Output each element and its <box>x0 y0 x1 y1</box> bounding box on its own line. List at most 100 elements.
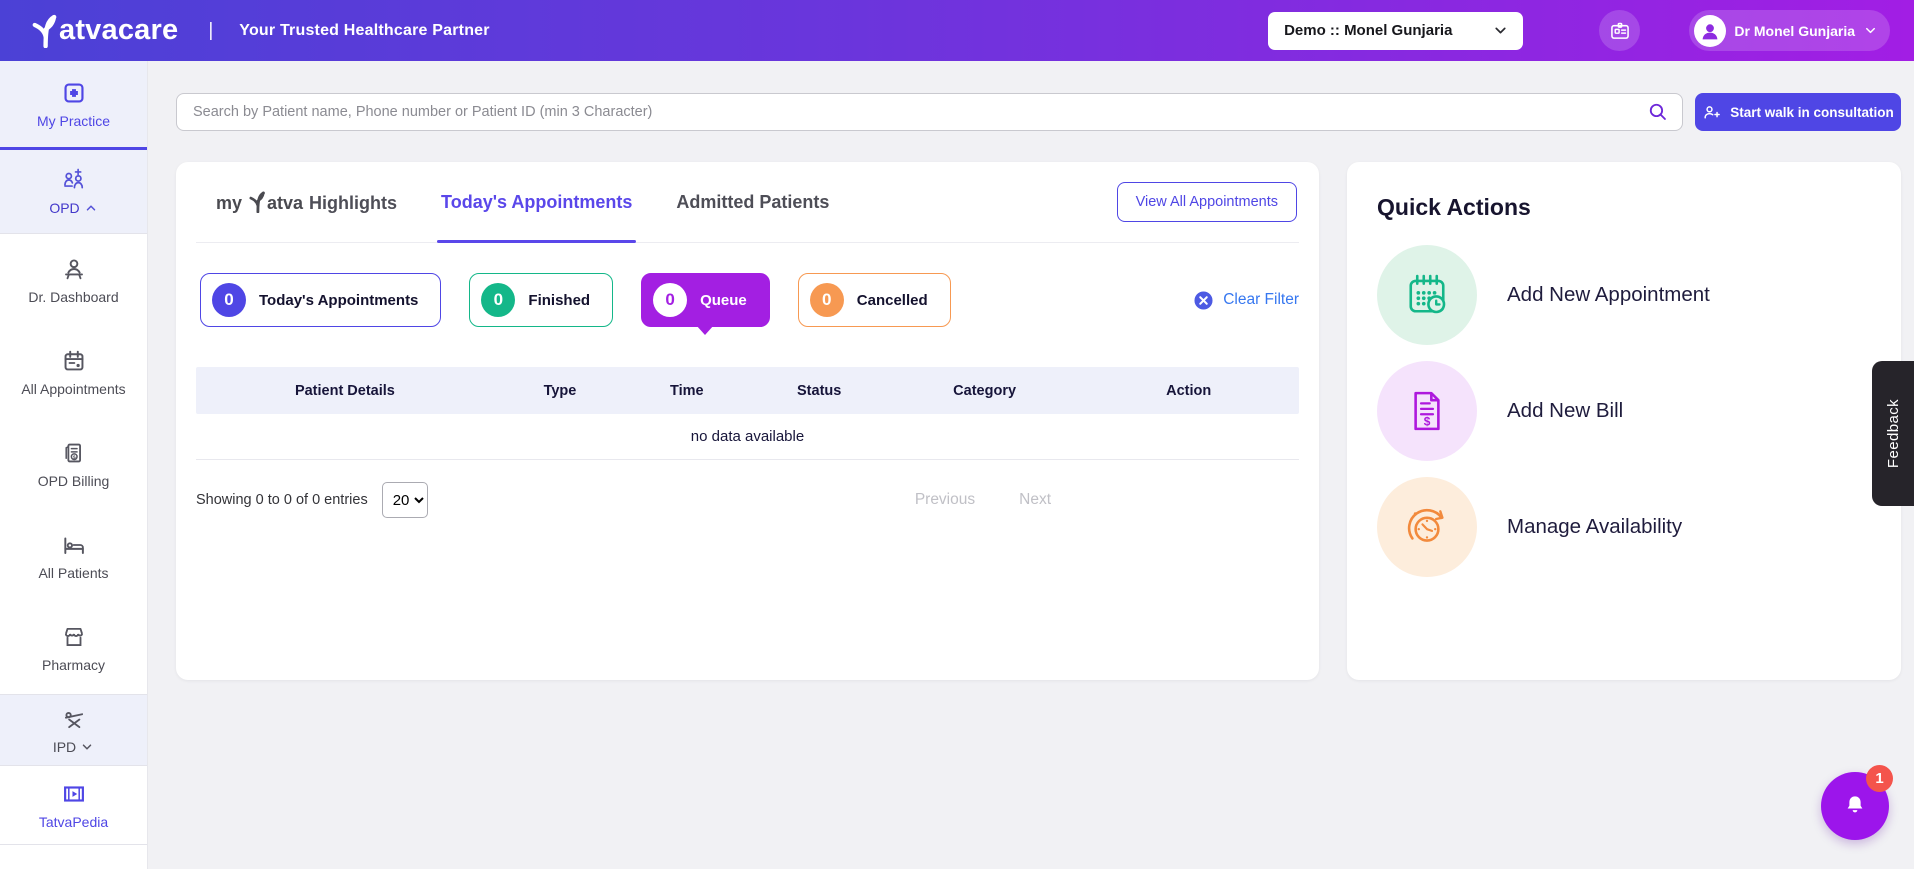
quick-action-add-bill[interactable]: $ Add New Bill <box>1377 361 1871 461</box>
start-walkin-label: Start walk in consultation <box>1730 104 1894 120</box>
start-walkin-button[interactable]: Start walk in consultation <box>1695 93 1901 131</box>
quick-actions-title: Quick Actions <box>1377 194 1531 220</box>
column-type: Type <box>543 382 577 399</box>
filter-chip-queue[interactable]: 0 Queue <box>641 273 770 327</box>
avatar <box>1694 14 1727 47</box>
page-size-select[interactable]: 20 <box>381 482 428 518</box>
header-separator: | <box>208 19 214 41</box>
chip-label: Cancelled <box>856 291 928 309</box>
notifications-button[interactable]: 1 <box>1821 765 1893 840</box>
column-patient-details: Patient Details <box>294 382 395 399</box>
app-header: atvacare | Your Trusted Healthcare Partn… <box>0 0 1914 61</box>
quick-action-label: Add New Bill <box>1507 399 1624 422</box>
sidebar-item-opd[interactable]: OPD <box>0 150 147 234</box>
sidebar-label: IPD <box>52 738 77 755</box>
sidebar-item-ipd[interactable]: IPD <box>0 694 147 766</box>
sidebar-item-pharmacy[interactable]: Pharmacy <box>0 602 147 694</box>
sidebar-label: All Appointments <box>21 380 126 397</box>
clear-filter-button[interactable]: Clear Filter <box>1193 290 1299 311</box>
bill-document-icon: $ <box>1377 361 1477 461</box>
svg-text:$: $ <box>72 454 75 460</box>
next-page-button[interactable]: Next <box>1019 491 1051 509</box>
quick-actions-card: Quick Actions Add New Appointment $ Add … <box>1347 162 1901 680</box>
tab-label: Highlights <box>309 192 398 213</box>
id-card-button[interactable] <box>1599 10 1641 51</box>
clock-refresh-icon <box>1377 477 1477 577</box>
sidebar-label: All Patients <box>38 564 109 581</box>
chip-label: Queue <box>700 291 747 309</box>
bell-icon <box>1847 796 1863 813</box>
pharmacy-store-icon <box>64 627 83 646</box>
patient-search-input[interactable] <box>176 93 1683 131</box>
table-header: Patient Details Type Time Status Categor… <box>196 367 1299 414</box>
sidebar-item-all-appointments[interactable]: All Appointments <box>0 326 147 418</box>
sidebar-item-opd-billing[interactable]: $ OPD Billing <box>0 418 147 510</box>
chevron-down-icon <box>1495 27 1507 34</box>
opd-patients-icon <box>63 168 83 189</box>
tatva-sprout-icon <box>249 191 265 213</box>
search-icon[interactable] <box>1647 101 1669 123</box>
quick-action-manage-availability[interactable]: Manage Availability <box>1377 477 1871 577</box>
clinic-select[interactable]: Demo :: Monel Gunjaria <box>1268 11 1524 50</box>
chevron-down-icon <box>82 743 92 750</box>
chip-label: Finished <box>528 291 591 309</box>
ipd-stretcher-icon <box>64 711 83 728</box>
tab-mytatva-highlights[interactable]: my atva Highlights <box>216 162 397 242</box>
chevron-up-icon <box>86 205 95 211</box>
user-menu[interactable]: Dr Monel Gunjaria <box>1689 10 1890 51</box>
brand-text: atvacare <box>59 14 179 46</box>
video-library-icon <box>63 785 84 802</box>
patient-bed-icon <box>63 537 84 554</box>
x-circle-icon <box>1194 290 1213 310</box>
column-time: Time <box>670 382 704 399</box>
sidebar-label: Dr. Dashboard <box>28 288 119 305</box>
clear-filter-label: Clear Filter <box>1223 291 1299 308</box>
column-category: Category <box>953 382 1017 399</box>
entries-summary: Showing 0 to 0 of 0 entries <box>196 492 368 508</box>
brand-logo: atvacare <box>30 14 178 48</box>
tab-label: Admitted Patients <box>676 191 830 212</box>
tab-label: my <box>216 192 243 213</box>
sidebar: My Practice OPD Dr. Dashboard All Appoin… <box>0 61 148 869</box>
column-action: Action <box>1166 382 1212 399</box>
user-name: Dr Monel Gunjaria <box>1734 22 1855 39</box>
sidebar-item-tatvapedia[interactable]: TatvaPedia <box>0 766 147 845</box>
calendar-icon <box>64 350 83 370</box>
sidebar-label: OPD <box>49 200 80 216</box>
clinic-select-value: Demo :: Monel Gunjaria <box>1284 22 1453 39</box>
table-empty-message: no data available <box>196 414 1299 460</box>
filter-chip-finished[interactable]: 0 Finished <box>469 273 614 327</box>
notification-count-badge: 1 <box>1866 765 1893 792</box>
sidebar-item-dr-dashboard[interactable]: Dr. Dashboard <box>0 234 147 326</box>
filter-chip-todays-appointments[interactable]: 0 Today's Appointments <box>200 273 442 327</box>
count-badge: 0 <box>212 283 246 317</box>
count-badge: 0 <box>809 283 844 317</box>
main-content: Start walk in consultation my <box>148 61 1914 869</box>
feedback-tab[interactable]: Feedback <box>1872 361 1914 506</box>
sidebar-label: TatvaPedia <box>38 813 109 830</box>
user-icon <box>1703 23 1718 39</box>
appointments-card: my atva Highlights Today's Appointments <box>176 162 1319 680</box>
svg-text:$: $ <box>1424 415 1431 429</box>
sidebar-label: OPD Billing <box>37 472 110 489</box>
view-all-appointments-button[interactable]: View All Appointments <box>1116 182 1297 222</box>
quick-action-add-appointment[interactable]: Add New Appointment <box>1377 245 1871 345</box>
sidebar-item-my-practice[interactable]: My Practice <box>0 61 147 150</box>
id-card-icon <box>1611 22 1629 39</box>
header-tagline: Your Trusted Healthcare Partner <box>239 21 490 39</box>
calendar-clock-icon <box>1377 245 1477 345</box>
doctor-dashboard-icon <box>64 258 83 279</box>
sidebar-item-all-patients[interactable]: All Patients <box>0 510 147 602</box>
sidebar-label: Pharmacy <box>41 656 106 673</box>
previous-page-button[interactable]: Previous <box>915 491 975 509</box>
tab-todays-appointments[interactable]: Today's Appointments <box>437 162 637 243</box>
quick-action-label: Manage Availability <box>1507 515 1683 538</box>
tab-label: atva <box>267 192 304 213</box>
count-badge: 0 <box>653 283 688 317</box>
tab-label: Today's Appointments <box>441 191 633 212</box>
filter-chip-cancelled[interactable]: 0 Cancelled <box>797 273 951 327</box>
tab-admitted-patients[interactable]: Admitted Patients <box>676 162 829 242</box>
billing-receipt-icon: $ <box>64 443 81 462</box>
feedback-label: Feedback <box>1884 398 1902 469</box>
count-badge: 0 <box>481 283 516 317</box>
